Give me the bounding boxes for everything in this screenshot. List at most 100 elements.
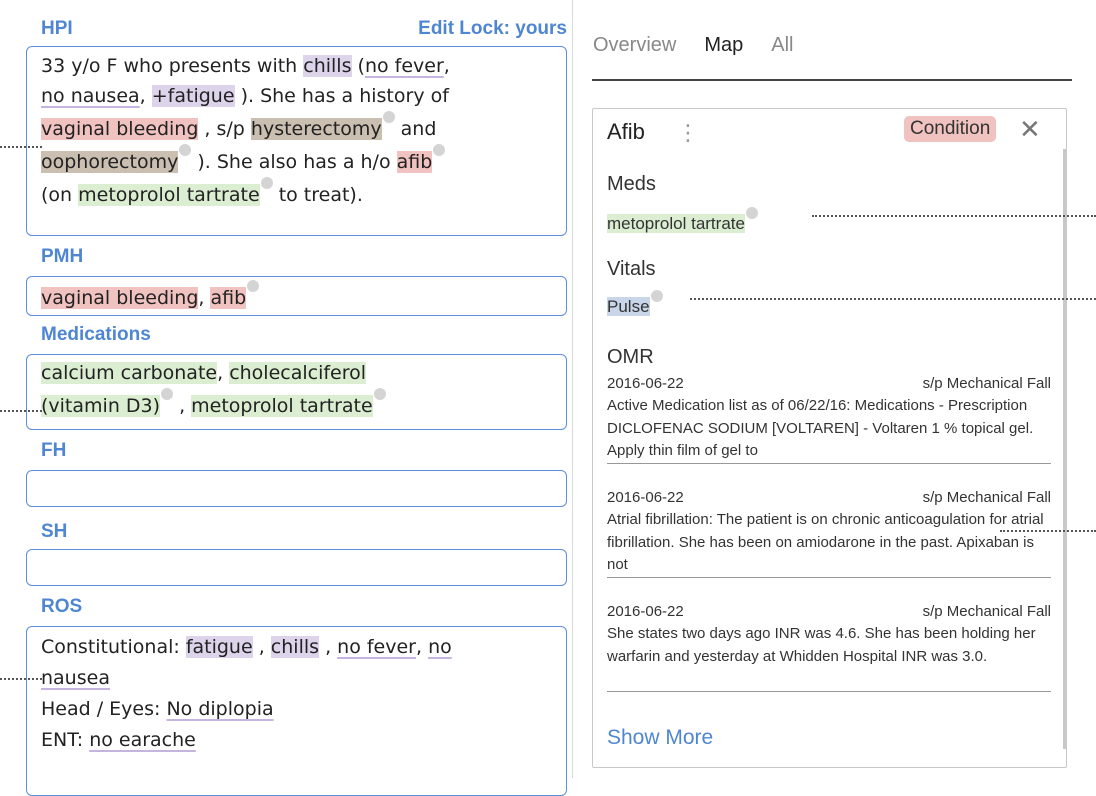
- view-tabs: Overview Map All: [593, 34, 794, 57]
- text: 33 y/o F who presents with: [41, 55, 304, 77]
- link-line: [690, 298, 1096, 300]
- tag-no-earache[interactable]: no earache: [89, 729, 196, 751]
- text: ,: [443, 55, 450, 77]
- link-dot[interactable]: [373, 388, 386, 400]
- divider: [607, 463, 1051, 464]
- meds-value-row: metoprolol tartrate: [607, 207, 758, 234]
- link-dot[interactable]: [179, 144, 192, 156]
- sh-header: SH: [41, 521, 567, 543]
- link-dot[interactable]: [433, 144, 446, 156]
- link-dot[interactable]: [382, 111, 395, 123]
- medications-title: Medications: [41, 324, 151, 345]
- text: ,: [217, 362, 230, 384]
- tag-no-nausea-start[interactable]: no: [428, 636, 452, 658]
- text: ,: [416, 636, 429, 658]
- tag-no-fever[interactable]: no fever: [337, 636, 416, 658]
- omr-tag: s/p Mechanical Fall: [922, 489, 1051, 506]
- tab-map[interactable]: Map: [704, 34, 743, 57]
- tag-fatigue[interactable]: fatigue: [185, 636, 253, 658]
- link-line: [1000, 530, 1096, 532]
- text: ). She also has a h/o: [191, 151, 397, 173]
- omr-text: Atrial fibrillation: The patient is on c…: [607, 511, 1044, 573]
- hpi-line-1: 33 y/o F who presents with chills (no fe…: [41, 51, 554, 81]
- ros-line-1: Constitutional: fatigue , chills , no fe…: [41, 632, 554, 663]
- divider: [607, 577, 1051, 578]
- omr-date: 2016-06-22: [607, 603, 684, 620]
- text: to treat).: [272, 184, 363, 206]
- omr-entry[interactable]: 2016-06-22 s/p Mechanical Fall Active Med…: [607, 373, 1051, 464]
- text: ,: [198, 287, 211, 309]
- link-line: [0, 146, 42, 148]
- tag-pulse[interactable]: Pulse: [607, 297, 650, 316]
- medications-header: Medications: [41, 324, 567, 346]
- tag-metoprolol[interactable]: metoprolol tartrate: [191, 395, 373, 417]
- link-dot[interactable]: [650, 290, 663, 302]
- omr-tag: s/p Mechanical Fall: [922, 375, 1051, 392]
- tag-vaginal-bleeding[interactable]: vaginal bleeding: [41, 287, 199, 309]
- tag-fatigue[interactable]: +fatigue: [151, 85, 235, 107]
- tab-all[interactable]: All: [771, 34, 793, 57]
- fh-textbox[interactable]: [26, 470, 567, 507]
- tag-chills[interactable]: chills: [270, 636, 320, 658]
- pmh-title: PMH: [41, 246, 84, 267]
- tag-no-nausea-end[interactable]: nausea: [41, 667, 110, 689]
- med-line-1: calcium carbonate, cholecalciferol: [41, 358, 554, 388]
- ros-textbox[interactable]: Constitutional: fatigue , chills , no fe…: [26, 626, 567, 796]
- ros-line-4: ENT: no earache: [41, 725, 554, 756]
- omr-label: OMR: [607, 346, 654, 368]
- tag-afib[interactable]: afib: [396, 151, 433, 173]
- hpi-textbox[interactable]: 33 y/o F who presents with chills (no fe…: [26, 46, 567, 236]
- pmh-header: PMH: [41, 246, 567, 268]
- tag-no-diplopia[interactable]: No diplopia: [166, 698, 273, 720]
- scrollbar[interactable]: [1063, 149, 1067, 749]
- tag-metoprolol[interactable]: metoprolol tartrate: [607, 214, 745, 233]
- ros-line-3: Head / Eyes: No diplopia: [41, 694, 554, 725]
- tag-metoprolol[interactable]: metoprolol tartrate: [78, 184, 260, 206]
- tag-chills[interactable]: chills: [303, 55, 352, 77]
- sh-title: SH: [41, 521, 68, 542]
- tag-calcium-carbonate[interactable]: calcium carbonate: [41, 362, 218, 384]
- tab-underline: [592, 79, 1072, 81]
- sh-textbox[interactable]: [26, 549, 567, 586]
- omr-date: 2016-06-22: [607, 489, 684, 506]
- tag-no-fever[interactable]: no fever: [365, 55, 444, 77]
- divider: [607, 691, 1051, 692]
- pmh-textbox[interactable]: vaginal bleeding, afib: [26, 276, 567, 316]
- text: ,: [173, 395, 192, 417]
- omr-entry[interactable]: 2016-06-22 s/p Mechanical Fall She states…: [607, 601, 1051, 692]
- tag-vaginal-bleeding[interactable]: vaginal bleeding: [41, 118, 199, 140]
- close-icon[interactable]: ✕: [1019, 115, 1041, 145]
- text: ,: [319, 636, 338, 658]
- medications-textbox[interactable]: calcium carbonate, cholecalciferol (vita…: [26, 354, 567, 430]
- fh-header: FH: [41, 440, 567, 462]
- more-options-icon[interactable]: ⋮: [677, 121, 699, 146]
- link-line: [0, 678, 42, 680]
- pane-divider[interactable]: [572, 0, 573, 778]
- link-dot[interactable]: [260, 177, 273, 189]
- tag-afib[interactable]: afib: [210, 287, 247, 309]
- meds-label: Meds: [607, 173, 656, 195]
- tag-hysterectomy[interactable]: hysterectomy: [250, 118, 382, 140]
- text: (on: [41, 184, 79, 206]
- hpi-line-5: (on metoprolol tartrate to treat).: [41, 177, 554, 210]
- link-dot[interactable]: [745, 207, 758, 219]
- hpi-line-4: oophorectomy ). She also has a h/o afib: [41, 144, 554, 177]
- condition-badge: Condition: [904, 116, 997, 142]
- omr-entry[interactable]: 2016-06-22 s/p Mechanical Fall Atrial fib…: [607, 487, 1051, 578]
- link-dot[interactable]: [247, 280, 260, 292]
- hpi-line-2: no nausea, +fatigue ). She has a history…: [41, 81, 554, 111]
- omr-tag: s/p Mechanical Fall: [922, 603, 1051, 620]
- link-dot[interactable]: [161, 388, 174, 400]
- tag-oophorectomy[interactable]: oophorectomy: [41, 151, 179, 173]
- tag-no-nausea[interactable]: no nausea: [41, 85, 140, 107]
- edit-lock-status[interactable]: Edit Lock: yours: [418, 18, 567, 40]
- tag-vitamin-d3[interactable]: (vitamin D3): [41, 395, 161, 417]
- text: (: [351, 55, 365, 77]
- show-more-link[interactable]: Show More: [607, 726, 713, 750]
- ros-line-2: nausea: [41, 663, 554, 694]
- fh-title: FH: [41, 440, 67, 461]
- text: ,: [252, 636, 271, 658]
- tab-overview[interactable]: Overview: [593, 34, 676, 57]
- text: ENT:: [41, 729, 90, 751]
- tag-cholecalciferol[interactable]: cholecalciferol: [229, 362, 367, 384]
